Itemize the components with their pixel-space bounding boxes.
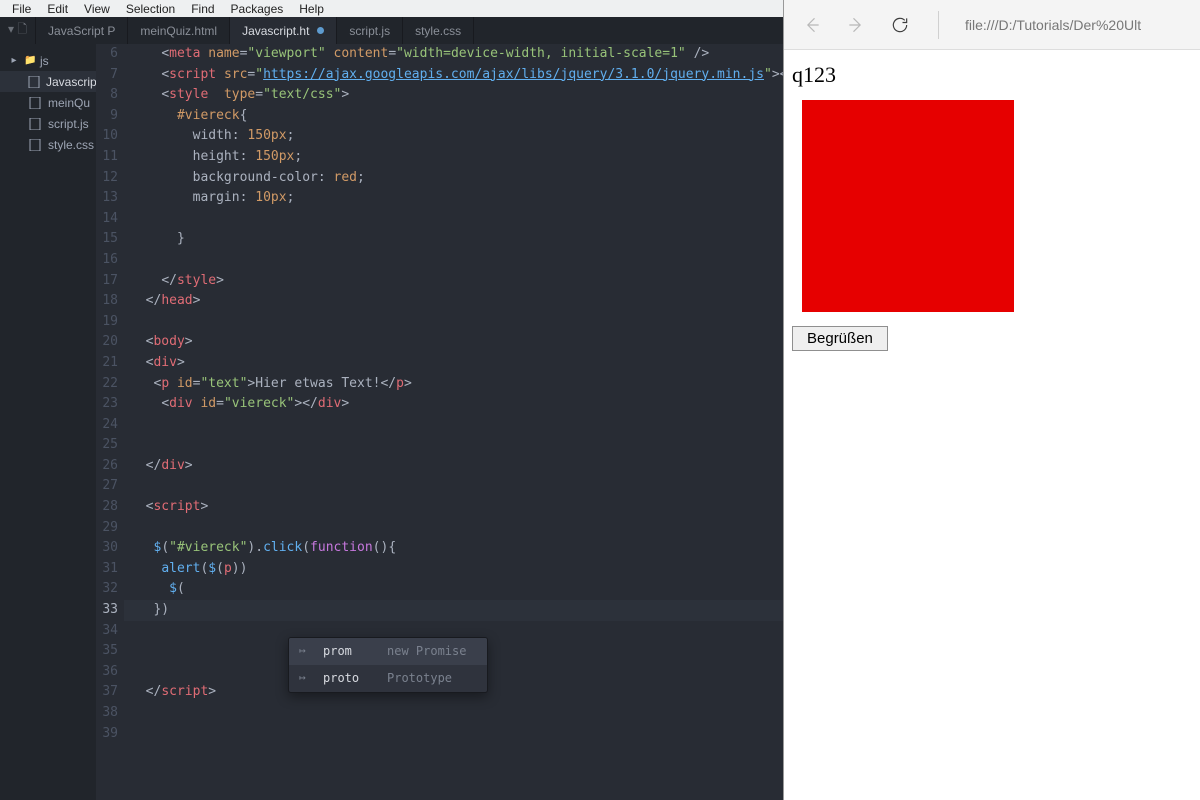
file-icon — [28, 96, 42, 110]
line-gutter: 6789101112131415161718192021222324252627… — [96, 44, 124, 800]
menu-edit[interactable]: Edit — [39, 2, 76, 16]
tree-file-2[interactable]: script.js — [0, 113, 96, 134]
arrow-right-icon — [846, 15, 866, 35]
menu-bar: File Edit View Selection Find Packages H… — [0, 0, 783, 17]
tree-file-1[interactable]: meinQu — [0, 92, 96, 113]
page-paragraph: q123 — [792, 62, 1192, 88]
snippet-icon: ↦ — [299, 668, 315, 689]
tab-2[interactable]: Javascript.ht — [230, 17, 337, 44]
snippet-icon: ↦ — [299, 641, 315, 662]
reload-icon — [890, 15, 910, 35]
autocomplete-popup: ↦ prom new Promise ↦ proto Prototype — [288, 637, 488, 693]
menu-help[interactable]: Help — [291, 2, 332, 16]
reload-button[interactable] — [888, 13, 912, 37]
menu-view[interactable]: View — [76, 2, 118, 16]
tree-folder[interactable]: ▸ 📁 js — [0, 50, 96, 71]
browser-pane: file:///D:/Tutorials/Der%20Ult q123 Begr… — [783, 0, 1200, 800]
toolbar-separator — [938, 11, 939, 39]
back-button[interactable] — [800, 13, 824, 37]
tab-1[interactable]: meinQuiz.html — [128, 17, 230, 44]
chevron-right-icon: ▸ — [8, 55, 20, 66]
url-bar[interactable]: file:///D:/Tutorials/Der%20Ult — [965, 17, 1141, 33]
tab-3[interactable]: script.js — [337, 17, 403, 44]
code-editor[interactable]: 6789101112131415161718192021222324252627… — [96, 44, 783, 800]
tab-bar: ▾ 🗋 JavaScript P meinQuiz.html Javascrip… — [0, 17, 783, 44]
begruessen-button[interactable]: Begrüßen — [792, 326, 888, 351]
file-icon — [28, 138, 42, 152]
browser-toolbar: file:///D:/Tutorials/Der%20Ult — [784, 0, 1200, 50]
menu-file[interactable]: File — [4, 2, 39, 16]
file-tree: ▸ 📁 js Javascrip meinQu script.js — [0, 44, 96, 800]
tab-project-icon[interactable]: ▾ 🗋 — [0, 17, 36, 44]
autocomplete-item-0[interactable]: ↦ prom new Promise — [289, 638, 487, 665]
arrow-left-icon — [802, 15, 822, 35]
browser-viewport: q123 Begrüßen — [784, 50, 1200, 800]
forward-button[interactable] — [844, 13, 868, 37]
file-icon — [28, 75, 40, 89]
menu-packages[interactable]: Packages — [223, 2, 292, 16]
folder-icon: 📁 — [24, 55, 36, 66]
editor-pane: File Edit View Selection Find Packages H… — [0, 0, 783, 800]
autocomplete-item-1[interactable]: ↦ proto Prototype — [289, 665, 487, 692]
viereck-div[interactable] — [802, 100, 1014, 312]
menu-find[interactable]: Find — [183, 2, 222, 16]
tree-file-0[interactable]: Javascrip — [0, 71, 96, 92]
modified-dot-icon — [317, 27, 324, 34]
menu-selection[interactable]: Selection — [118, 2, 183, 16]
folder-icon: ▾ 🗋 — [8, 20, 27, 41]
tree-file-3[interactable]: style.css — [0, 134, 96, 155]
file-icon — [28, 117, 42, 131]
tab-4[interactable]: style.css — [403, 17, 474, 44]
tab-0[interactable]: JavaScript P — [36, 17, 128, 44]
